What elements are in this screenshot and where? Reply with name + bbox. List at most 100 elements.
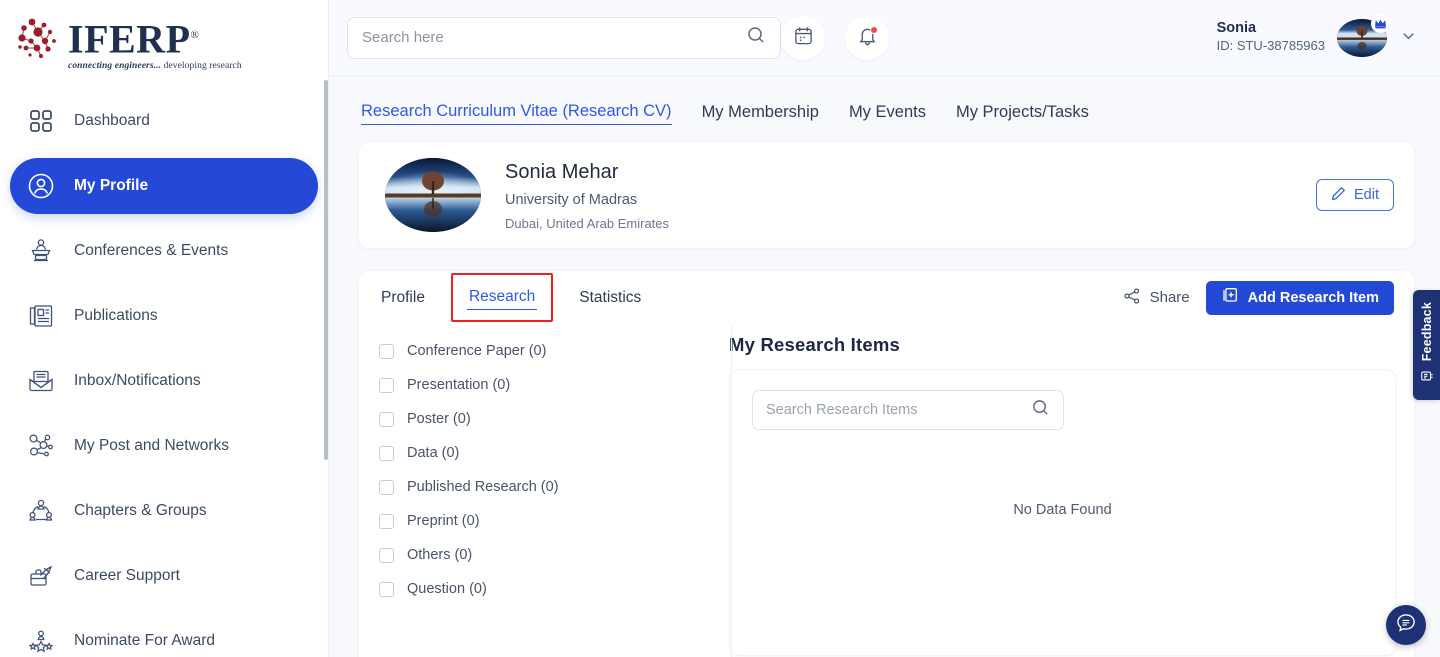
user-menu[interactable]: Sonia ID: STU-38785963 bbox=[1217, 13, 1418, 57]
newspaper-icon bbox=[26, 301, 56, 331]
filter-published-research[interactable]: Published Research (0) bbox=[379, 470, 711, 504]
checkbox[interactable] bbox=[379, 411, 394, 427]
research-items-pane: My Research Items No Data Found bbox=[711, 324, 1414, 657]
sub-tab-profile[interactable]: Profile bbox=[379, 286, 427, 310]
calendar-icon bbox=[793, 25, 814, 51]
filter-label: Presentation (0) bbox=[407, 377, 511, 393]
profile-avatar[interactable] bbox=[385, 158, 481, 232]
sidebar-scrollbar[interactable] bbox=[324, 80, 328, 460]
checkbox[interactable] bbox=[379, 377, 394, 393]
research-items-search-input[interactable] bbox=[766, 402, 1023, 418]
checkbox[interactable] bbox=[379, 343, 394, 359]
sidebar-item-chapters-groups[interactable]: Chapters & Groups bbox=[10, 483, 318, 539]
grid-icon bbox=[26, 106, 56, 136]
sub-tab-statistics[interactable]: Statistics bbox=[577, 286, 643, 310]
user-name: Sonia bbox=[1216, 20, 1257, 36]
award-star-icon bbox=[26, 626, 56, 656]
research-type-filters: Conference Paper (0) Presentation (0) Po… bbox=[359, 324, 711, 657]
checkbox[interactable] bbox=[379, 581, 394, 597]
sidebar-item-nominate-for-award[interactable]: Nominate For Award bbox=[10, 613, 318, 657]
tab-my-events[interactable]: My Events bbox=[849, 103, 926, 125]
sidebar-item-my-profile[interactable]: My Profile bbox=[10, 158, 318, 215]
sidebar-item-label: Career Support bbox=[74, 567, 180, 585]
network-icon bbox=[26, 431, 56, 461]
research-items-card: No Data Found bbox=[729, 369, 1396, 656]
filter-presentation[interactable]: Presentation (0) bbox=[379, 368, 711, 402]
global-search[interactable] bbox=[347, 16, 781, 59]
filter-others[interactable]: Others (0) bbox=[379, 538, 711, 572]
chat-bubble-icon bbox=[1395, 612, 1417, 639]
sidebar-item-label: Dashboard bbox=[74, 112, 150, 130]
iferp-molecule-icon bbox=[14, 14, 66, 64]
add-research-item-label: Add Research Item bbox=[1247, 289, 1379, 306]
chat-button[interactable] bbox=[1386, 605, 1426, 645]
checkbox[interactable] bbox=[379, 547, 394, 563]
profile-info: Sonia Mehar University of Madras Dubai, … bbox=[505, 159, 669, 232]
section-sub-tabs: Profile Research Statistics bbox=[379, 273, 643, 322]
filter-conference-paper[interactable]: Conference Paper (0) bbox=[379, 334, 711, 368]
checkbox[interactable] bbox=[379, 445, 394, 461]
sub-tab-research[interactable]: Research bbox=[450, 273, 554, 322]
registered-mark: ® bbox=[190, 29, 200, 41]
filter-label: Others (0) bbox=[407, 547, 473, 563]
share-label: Share bbox=[1149, 289, 1190, 306]
top-bar: Sonia ID: STU-38785963 bbox=[329, 0, 1440, 76]
sidebar-item-label: Inbox/Notifications bbox=[74, 372, 201, 390]
sidebar-item-publications[interactable]: Publications bbox=[10, 288, 318, 344]
people-group-icon bbox=[26, 496, 56, 526]
sidebar-item-career-support[interactable]: Career Support bbox=[10, 548, 318, 604]
sidebar-item-inbox-notifications[interactable]: Inbox/Notifications bbox=[10, 353, 318, 409]
research-items-search[interactable] bbox=[752, 390, 1064, 430]
filter-poster[interactable]: Poster (0) bbox=[379, 402, 711, 436]
tab-my-membership[interactable]: My Membership bbox=[702, 103, 819, 125]
share-icon bbox=[1123, 287, 1141, 309]
filter-preprint[interactable]: Preprint (0) bbox=[379, 504, 711, 538]
content-area: Research Curriculum Vitae (Research CV) … bbox=[329, 76, 1440, 657]
feedback-label: Feedback bbox=[1419, 302, 1434, 362]
sidebar: IFERP® connecting engineers... developin… bbox=[0, 0, 329, 657]
sidebar-item-my-post-and-networks[interactable]: My Post and Networks bbox=[10, 418, 318, 474]
research-section-card: Profile Research Statistics Share Add Re… bbox=[359, 271, 1414, 657]
sidebar-item-conferences-events[interactable]: Conferences & Events bbox=[10, 223, 318, 279]
chevron-down-icon[interactable] bbox=[1399, 26, 1418, 50]
tab-research-cv[interactable]: Research Curriculum Vitae (Research CV) bbox=[361, 102, 672, 125]
filter-data[interactable]: Data (0) bbox=[379, 436, 711, 470]
podium-icon bbox=[26, 236, 56, 266]
filter-label: Question (0) bbox=[407, 581, 487, 597]
filters-divider bbox=[731, 324, 732, 657]
checkbox[interactable] bbox=[379, 479, 394, 495]
feedback-form-icon bbox=[1420, 369, 1434, 388]
profile-location: Dubai, United Arab Emirates bbox=[505, 215, 670, 231]
feedback-tab[interactable]: Feedback bbox=[1413, 290, 1440, 400]
search-input[interactable] bbox=[362, 29, 738, 46]
section-body: Conference Paper (0) Presentation (0) Po… bbox=[359, 324, 1414, 657]
filter-question[interactable]: Question (0) bbox=[379, 572, 711, 606]
brand-logo[interactable]: IFERP® connecting engineers... developin… bbox=[0, 0, 328, 71]
add-square-icon bbox=[1221, 287, 1238, 308]
avatar-wrapper bbox=[1337, 13, 1390, 57]
add-research-item-button[interactable]: Add Research Item bbox=[1205, 280, 1394, 315]
research-items-title: My Research Items bbox=[729, 334, 901, 355]
filter-label: Data (0) bbox=[407, 445, 460, 461]
empty-state-text: No Data Found bbox=[1013, 502, 1112, 518]
envelope-icon bbox=[26, 366, 56, 396]
profile-name: Sonia Mehar bbox=[505, 160, 619, 183]
calendar-button[interactable] bbox=[781, 15, 825, 60]
search-icon bbox=[746, 25, 766, 50]
brand-name: IFERP® bbox=[68, 16, 200, 62]
user-meta: Sonia ID: STU-38785963 bbox=[1217, 20, 1325, 55]
user-circle-icon bbox=[26, 171, 56, 201]
tab-my-projects-tasks[interactable]: My Projects/Tasks bbox=[956, 103, 1089, 125]
main-area: Sonia ID: STU-38785963 bbox=[329, 0, 1440, 657]
notifications-button[interactable] bbox=[845, 15, 889, 60]
edit-profile-button[interactable]: Edit bbox=[1316, 179, 1394, 211]
profile-organization: University of Madras bbox=[505, 191, 638, 208]
checkbox[interactable] bbox=[379, 513, 394, 529]
sidebar-item-label: My Post and Networks bbox=[74, 437, 230, 455]
share-button[interactable]: Share bbox=[1123, 287, 1190, 309]
sidebar-item-dashboard[interactable]: Dashboard bbox=[10, 93, 318, 149]
sidebar-nav: Dashboard My Profile Conferences & Event… bbox=[0, 93, 328, 657]
sidebar-item-label: My Profile bbox=[74, 177, 149, 195]
filter-label: Published Research (0) bbox=[407, 479, 559, 495]
edit-label: Edit bbox=[1354, 187, 1379, 203]
